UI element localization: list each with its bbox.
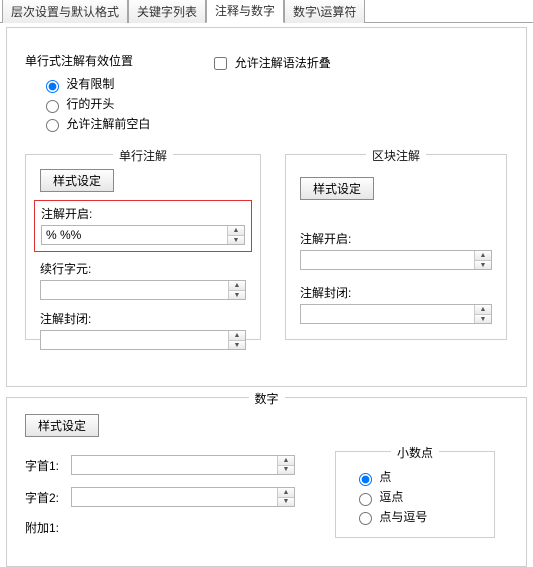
single-open-input-wrap: ▲ ▼ <box>41 225 245 245</box>
prefix2-label: 字首2: <box>25 489 71 506</box>
block-comment-legend: 区块注解 <box>366 147 426 164</box>
single-close-label: 注解封闭: <box>40 310 246 327</box>
single-line-position-title: 单行式注解有效位置 <box>25 52 150 69</box>
block-close-input[interactable] <box>301 305 474 323</box>
block-comment-group: 区块注解 样式设定 注解开启: ▲ ▼ 注解封闭: <box>285 154 507 340</box>
radio-line-start-input[interactable] <box>46 100 59 113</box>
single-close-input[interactable] <box>41 331 228 349</box>
chevron-up-icon[interactable]: ▲ <box>278 456 294 466</box>
single-close-input-wrap: ▲ ▼ <box>40 330 246 350</box>
single-open-label: 注解开启: <box>41 205 245 222</box>
block-close-input-wrap: ▲ ▼ <box>300 304 492 324</box>
radio-allow-ws-label: 允许注解前空白 <box>66 117 150 131</box>
radio-line-start-label: 行的开头 <box>66 97 114 111</box>
chevron-up-icon[interactable]: ▲ <box>475 305 491 315</box>
radio-dot-input[interactable] <box>359 473 372 486</box>
numbers-left-col: 字首1: ▲ ▼ 字首2: <box>25 447 295 538</box>
numbers-style-button[interactable]: 样式设定 <box>25 414 99 437</box>
comments-panel: 单行式注解有效位置 没有限制 行的开头 允许注解前空白 <box>6 27 527 387</box>
prefix2-input-wrap: ▲ ▼ <box>71 487 295 507</box>
tab-strip: 层次设置与默认格式 关键字列表 注释与数字 数字\运算符 <box>0 0 533 23</box>
single-close-spin[interactable]: ▲ ▼ <box>228 331 245 349</box>
chevron-down-icon[interactable]: ▼ <box>229 341 245 350</box>
single-comment-legend: 单行注解 <box>113 147 173 164</box>
allow-fold-label: 允许注解语法折叠 <box>235 56 331 70</box>
chevron-down-icon[interactable]: ▼ <box>229 291 245 300</box>
single-cont-input-wrap: ▲ ▼ <box>40 280 246 300</box>
single-comment-style-button[interactable]: 样式设定 <box>40 169 114 192</box>
block-close-spin[interactable]: ▲ ▼ <box>474 305 491 323</box>
chevron-down-icon[interactable]: ▼ <box>228 236 244 245</box>
decimal-legend: 小数点 <box>391 444 439 461</box>
radio-dot-label: 点 <box>379 470 391 484</box>
chevron-up-icon[interactable]: ▲ <box>228 226 244 236</box>
single-comment-group: 单行注解 样式设定 注解开启: ▲ ▼ 续行字元: <box>25 154 261 340</box>
chevron-up-icon[interactable]: ▲ <box>278 488 294 498</box>
radio-line-start[interactable]: 行的开头 <box>41 95 150 113</box>
chevron-down-icon[interactable]: ▼ <box>475 261 491 270</box>
single-open-spin[interactable]: ▲ ▼ <box>227 226 244 244</box>
radio-none-label: 没有限制 <box>66 77 114 91</box>
block-open-spin[interactable]: ▲ ▼ <box>474 251 491 269</box>
prefix2-input[interactable] <box>72 488 277 506</box>
block-open-label: 注解开启: <box>300 230 492 247</box>
numbers-panel: 数字 样式设定 字首1: ▲ ▼ <box>6 397 527 567</box>
radio-allow-ws[interactable]: 允许注解前空白 <box>41 115 150 133</box>
radio-none[interactable]: 没有限制 <box>41 75 150 93</box>
chevron-down-icon[interactable]: ▼ <box>475 315 491 324</box>
numbers-right-col: 小数点 点 逗点 点与逗号 <box>335 447 495 538</box>
allow-fold-checkbox[interactable] <box>214 57 227 70</box>
chevron-down-icon[interactable]: ▼ <box>278 466 294 475</box>
radio-both[interactable]: 点与逗号 <box>354 508 476 526</box>
block-comment-style-button[interactable]: 样式设定 <box>300 177 374 200</box>
prefix1-input[interactable] <box>72 456 277 474</box>
numbers-legend: 数字 <box>248 390 284 407</box>
single-cont-input[interactable] <box>41 281 228 299</box>
chevron-up-icon[interactable]: ▲ <box>229 281 245 291</box>
single-line-position-group: 单行式注解有效位置 没有限制 行的开头 允许注解前空白 <box>25 52 150 134</box>
radio-both-label: 点与逗号 <box>379 510 427 524</box>
single-cont-spin[interactable]: ▲ ▼ <box>228 281 245 299</box>
tab-operators[interactable]: 数字\运算符 <box>284 0 365 23</box>
settings-window: 层次设置与默认格式 关键字列表 注释与数字 数字\运算符 单行式注解有效位置 没… <box>0 0 533 567</box>
tab-page: 单行式注解有效位置 没有限制 行的开头 允许注解前空白 <box>0 23 533 567</box>
decimal-group: 小数点 点 逗点 点与逗号 <box>335 451 495 538</box>
tab-hierarchy[interactable]: 层次设置与默认格式 <box>2 0 128 23</box>
block-open-input[interactable] <box>301 251 474 269</box>
radio-comma[interactable]: 逗点 <box>354 488 476 506</box>
single-cont-label: 续行字元: <box>40 260 246 277</box>
block-open-input-wrap: ▲ ▼ <box>300 250 492 270</box>
prefix1-label: 字首1: <box>25 457 71 474</box>
radio-allow-ws-input[interactable] <box>46 119 59 132</box>
prefix1-input-wrap: ▲ ▼ <box>71 455 295 475</box>
radio-comma-label: 逗点 <box>379 490 403 504</box>
chevron-up-icon[interactable]: ▲ <box>475 251 491 261</box>
radio-dot[interactable]: 点 <box>354 468 476 486</box>
extra1-label: 附加1: <box>25 519 71 536</box>
tab-comments-numbers[interactable]: 注释与数字 <box>206 0 284 23</box>
radio-none-input[interactable] <box>46 80 59 93</box>
single-open-input[interactable] <box>42 226 227 244</box>
chevron-up-icon[interactable]: ▲ <box>229 331 245 341</box>
allow-fold-row: 允许注解语法折叠 <box>210 54 330 134</box>
highlight-open-comment: 注解开启: ▲ ▼ <box>34 200 252 252</box>
block-close-label: 注解封闭: <box>300 284 492 301</box>
chevron-down-icon[interactable]: ▼ <box>278 498 294 507</box>
allow-fold[interactable]: 允许注解语法折叠 <box>210 56 330 70</box>
prefix1-spin[interactable]: ▲ ▼ <box>277 456 294 474</box>
tab-keywords[interactable]: 关键字列表 <box>128 0 206 23</box>
radio-both-input[interactable] <box>359 512 372 525</box>
prefix2-spin[interactable]: ▲ ▼ <box>277 488 294 506</box>
radio-comma-input[interactable] <box>359 493 372 506</box>
